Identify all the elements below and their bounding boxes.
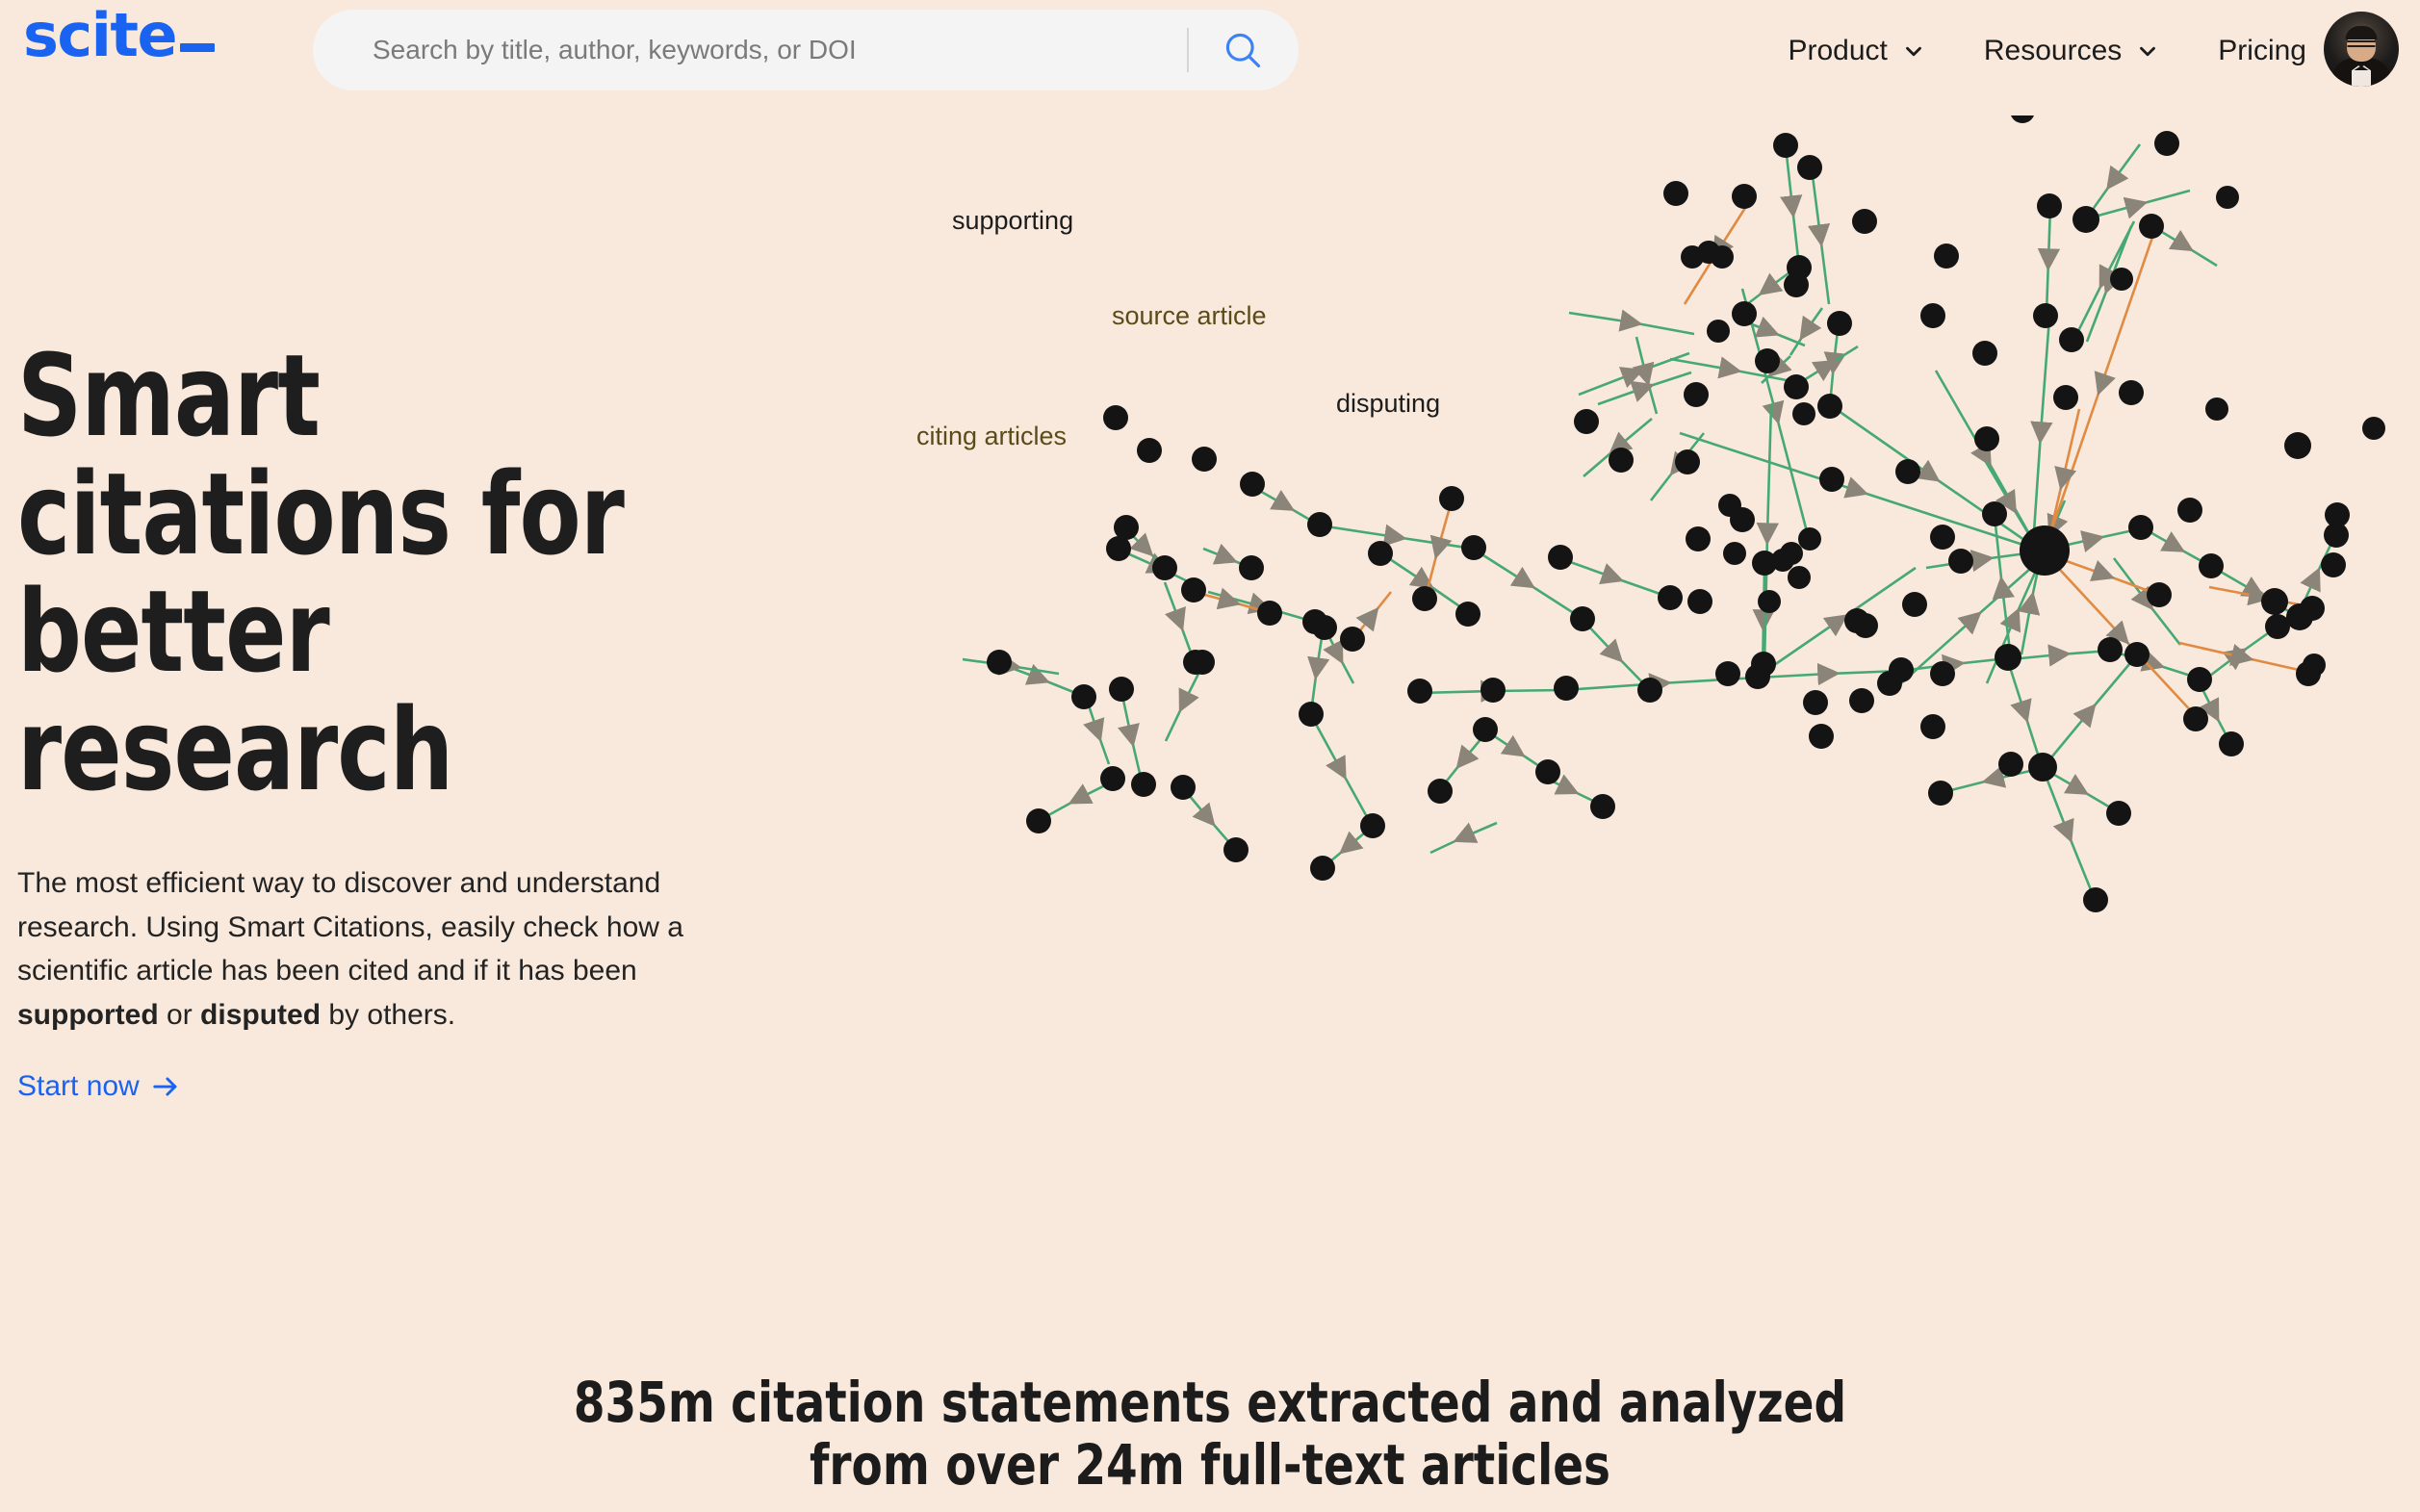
chevron-down-icon: [2140, 46, 2156, 56]
hero-description-disputed: disputed: [200, 998, 322, 1031]
start-now-label: Start now: [17, 1070, 140, 1102]
nav-item-resources[interactable]: Resources: [1984, 35, 2160, 67]
nav-label-pricing: Pricing: [2218, 34, 2306, 66]
main-nav: Product Resources Pricing: [1789, 0, 2307, 101]
graph-label-disputing-text: disputing: [1336, 389, 1441, 418]
graph-label-citing-articles-text: citing articles: [916, 422, 1068, 450]
graph-edges: [963, 143, 2336, 898]
graph-nodes: [987, 115, 2385, 912]
citation-graph-svg: supporting source article citing article…: [963, 115, 2405, 912]
graph-label-supporting-text: supporting: [952, 206, 1074, 235]
stats-line-1: 835m citation statements extracted and a…: [573, 1370, 1847, 1435]
hero-description-supported: supported: [17, 998, 159, 1031]
scite-logo[interactable]: scite: [23, 0, 216, 70]
brand-name: scite: [23, 0, 178, 70]
chevron-down-icon: [1905, 46, 1921, 56]
landing-page: scite Product Resources: [0, 0, 2420, 1512]
search-button[interactable]: [1216, 23, 1270, 77]
brand-cursor-icon: [180, 43, 216, 52]
hero-description-conjunction: or: [158, 998, 201, 1031]
avatar-hair: [2345, 26, 2378, 39]
hero-title-line-3: better: [17, 565, 330, 699]
hero-title-line-2: citations for: [17, 447, 625, 580]
stats-banner: 835m citation statements extracted and a…: [121, 1371, 2300, 1497]
hero-title-line-4: research: [17, 683, 453, 817]
graph-label-disputing: disputing: [2301, 388, 2405, 417]
stats-line-2: from over 24m full-text articles: [809, 1431, 1611, 1498]
search-input[interactable]: [313, 35, 1187, 65]
nav-item-pricing[interactable]: Pricing: [2218, 35, 2306, 67]
avatar[interactable]: [2324, 12, 2399, 87]
nav-label-resources: Resources: [1983, 34, 2123, 66]
graph-label-source-article-text: source article: [1112, 301, 1267, 330]
avatar-glasses-icon: [2347, 40, 2376, 47]
nav-label-product: Product: [1788, 34, 1888, 66]
site-header: scite Product Resources: [0, 0, 2420, 101]
arrow-right-icon: [153, 1077, 177, 1096]
search-bar[interactable]: [313, 10, 1299, 90]
hero-description: The most efficient way to discover and u…: [17, 861, 749, 1037]
citation-graph: supporting source article citing article…: [916, 115, 2420, 1270]
nav-item-product[interactable]: Product: [1789, 35, 1926, 67]
hero-title-line-1: Smart: [17, 329, 321, 462]
page-title: Smart citations for better research: [17, 337, 661, 809]
start-now-link[interactable]: Start now: [17, 1070, 180, 1103]
search-divider: [1187, 28, 1189, 72]
search-icon: [1225, 33, 1261, 68]
graph-label-source-article: source article: [2079, 302, 2234, 331]
hero-description-part-2: by others.: [321, 998, 456, 1031]
hero-description-part-1: The most efficient way to discover and u…: [17, 867, 683, 987]
